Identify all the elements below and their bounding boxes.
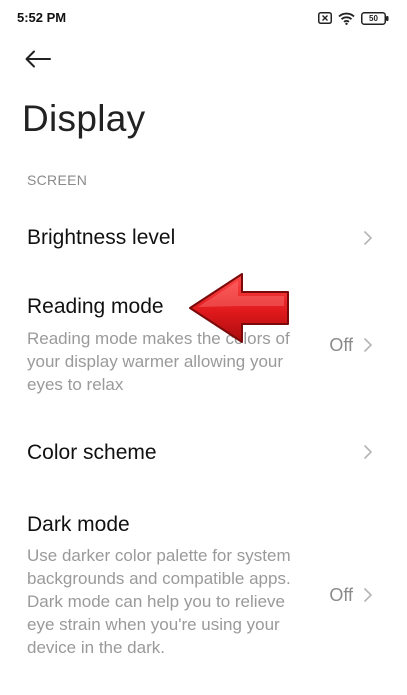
sim-x-icon [318, 12, 332, 24]
wifi-icon [338, 12, 355, 25]
chevron-right-icon [363, 337, 373, 353]
status-time: 5:52 PM [17, 10, 67, 25]
page-title: Display [22, 98, 146, 139]
setting-title: Color scheme [27, 441, 157, 464]
setting-color-scheme[interactable]: Color scheme [0, 431, 407, 479]
chevron-right-icon [363, 444, 373, 460]
setting-dark-mode[interactable]: Dark mode Use darker color palette for s… [0, 503, 407, 693]
setting-value: Off [329, 585, 353, 605]
back-button[interactable] [22, 46, 54, 76]
chevron-right-icon [363, 230, 373, 246]
status-icons: 50 [318, 9, 389, 27]
setting-reading-mode[interactable]: Reading mode Reading mode makes the colo… [0, 285, 407, 400]
setting-title: Dark mode [27, 513, 130, 536]
setting-brightness-level[interactable]: Brightness level [0, 216, 407, 264]
setting-description: Use darker color palette for system back… [27, 546, 291, 657]
chevron-right-icon [363, 587, 373, 603]
setting-value: Off [329, 335, 353, 355]
battery-icon: 50 [361, 11, 389, 25]
battery-level: 50 [369, 13, 378, 23]
back-arrow-icon [25, 50, 51, 73]
setting-title: Brightness level [27, 226, 176, 249]
setting-description: Reading mode makes the colors of your di… [27, 329, 290, 394]
section-header-screen: SCREEN [27, 172, 88, 188]
status-bar: 5:52 PM 50 [0, 0, 407, 36]
setting-title: Reading mode [27, 295, 164, 318]
